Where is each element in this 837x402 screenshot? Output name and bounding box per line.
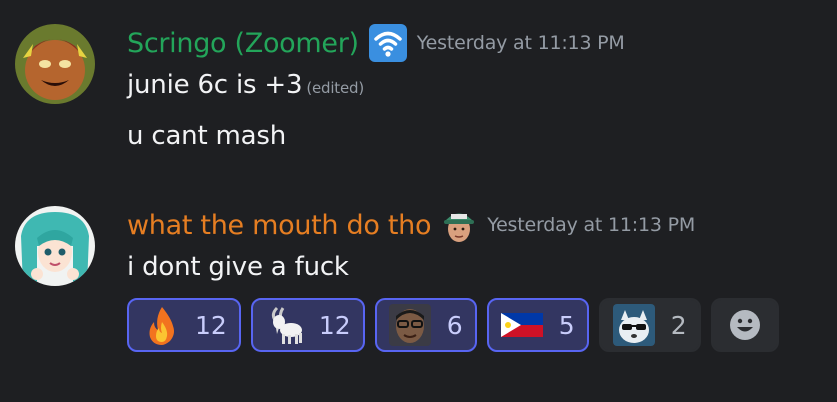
cool-dog-emoji [612, 304, 655, 346]
reaction-count: 12 [195, 310, 227, 340]
username[interactable]: what the mouth do tho [127, 210, 431, 241]
message-line: u cant mash [127, 121, 286, 151]
avatar[interactable] [15, 24, 95, 104]
reaction-goat[interactable]: 12 [250, 298, 365, 352]
reactions-bar: 12 12 6 5 2 [127, 298, 789, 352]
fire-emoji [149, 307, 174, 345]
reaction-count: 5 [558, 310, 575, 340]
reaction-fire[interactable]: 12 [127, 298, 241, 352]
timestamp[interactable]: Yesterday at 11:13 PM [417, 32, 625, 54]
edited-label: (edited) [306, 79, 364, 97]
message-line: junie 6c is +3 (edited) [127, 70, 364, 100]
philippines-flag-emoji [500, 313, 543, 337]
person-cap-icon [441, 205, 477, 245]
username[interactable]: Scringo (Zoomer) [127, 28, 359, 59]
add-reaction-button[interactable] [710, 298, 779, 352]
wifi-icon [368, 24, 407, 62]
reaction-cool-dog[interactable]: 2 [598, 298, 701, 352]
message-line: i dont give a fuck [127, 252, 349, 282]
avatar[interactable] [15, 206, 95, 286]
reaction-face[interactable]: 6 [374, 298, 477, 352]
face-glasses-emoji [388, 304, 431, 346]
message-1: Scringo (Zoomer) Yesterday at 11:13 PM j… [0, 0, 837, 180]
message-text: junie 6c is +3 [127, 70, 303, 100]
smile-icon [729, 310, 760, 340]
message-2: what the mouth do tho Yesterday at 11:13… [0, 180, 837, 402]
reaction-count: 12 [318, 310, 351, 340]
goat-emoji [271, 306, 302, 344]
reaction-count: 2 [670, 310, 687, 340]
reaction-count: 6 [446, 310, 463, 340]
timestamp[interactable]: Yesterday at 11:13 PM [487, 214, 695, 236]
reaction-philippines[interactable]: 5 [486, 298, 589, 352]
